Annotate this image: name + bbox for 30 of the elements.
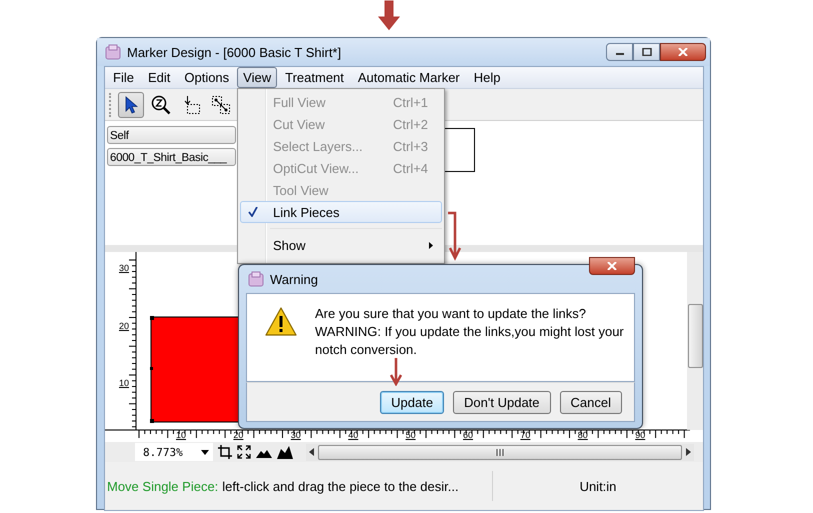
menu-option[interactable]: Link Pieces <box>240 201 442 223</box>
ruler-label: 10 <box>176 430 186 440</box>
ruler-label: 20 <box>119 320 130 330</box>
ruler-label: 90 <box>635 430 646 440</box>
dialog-button[interactable]: Don't Update <box>453 390 551 414</box>
menu-item[interactable]: Options <box>178 67 236 88</box>
menu-option[interactable]: Show <box>240 234 442 256</box>
warning-message: Are you sure that you want to update the links? WARNING: If you update the links,you might lost your notch conversion. <box>315 305 624 359</box>
ruler-label: 10 <box>119 378 130 388</box>
window-title: Marker Design - [6000 Basic T Shirt*] <box>127 44 342 60</box>
piece-dropdown[interactable]: Self <box>107 126 236 144</box>
ruler-label: 50 <box>406 430 416 440</box>
menu-item[interactable]: View <box>237 67 278 88</box>
menu-item[interactable]: File <box>107 67 140 88</box>
piece-dropdown[interactable]: 6000_T_Shirt_Basic___ <box>107 148 236 166</box>
dialog-title: Warning <box>270 272 319 286</box>
status-message: left-click and drag the piece to the desir... <box>222 478 459 494</box>
menu-item[interactable]: Edit <box>142 67 176 88</box>
ruler-label: 30 <box>290 430 301 440</box>
menu-item[interactable]: Treatment <box>279 67 350 88</box>
ruler-label: 30 <box>119 263 130 273</box>
menu-item[interactable]: Automatic Marker <box>352 67 466 88</box>
zoom-dropdown[interactable]: 8.773% <box>135 443 213 461</box>
status-mode: Move Single Piece: <box>107 478 218 494</box>
menu-item[interactable]: Help <box>468 67 507 88</box>
ruler-label: 60 <box>463 430 474 440</box>
dialog-button[interactable]: Update <box>380 390 444 414</box>
dialog-button[interactable]: Cancel <box>560 390 622 414</box>
ruler-label: 80 <box>578 430 588 440</box>
unit-label: Unit:in <box>580 478 616 494</box>
